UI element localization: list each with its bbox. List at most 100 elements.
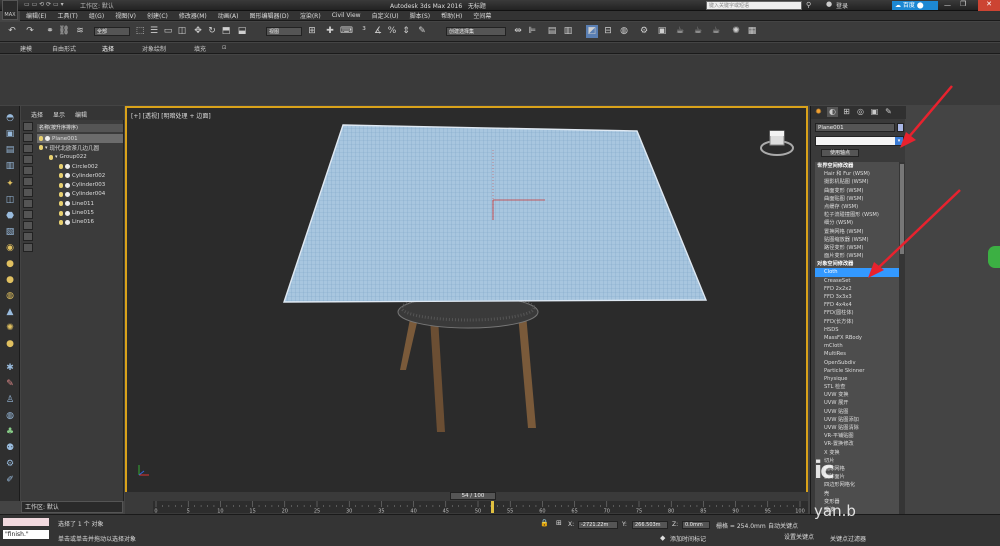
- add-time-tag[interactable]: 添加时间标记: [670, 534, 706, 543]
- modifier-item[interactable]: UVW 贴图: [815, 408, 899, 416]
- filter-button[interactable]: [23, 177, 33, 186]
- search-input[interactable]: 键入关键字或短语: [706, 1, 802, 10]
- lightbulb-icon[interactable]: [39, 145, 43, 151]
- percent-snap-icon[interactable]: %: [386, 25, 398, 38]
- tab-display[interactable]: 显示: [53, 110, 65, 119]
- toggle-ribbon-icon[interactable]: ▥: [562, 25, 574, 38]
- menu-item[interactable]: 修改器(M): [179, 11, 207, 20]
- tree-item[interactable]: Cylinder004: [37, 190, 123, 199]
- menu-item[interactable]: 渲染(R): [300, 11, 321, 20]
- place-icon[interactable]: ⬓: [236, 25, 248, 38]
- render-setup-icon[interactable]: ⚙: [638, 25, 650, 38]
- maxscript-output[interactable]: "finish.": [2, 529, 50, 540]
- menu-item[interactable]: 编辑(E): [26, 11, 46, 20]
- search-icon[interactable]: ⚲: [806, 1, 811, 9]
- filter-button[interactable]: [23, 188, 33, 197]
- tab-edit[interactable]: 编辑: [75, 110, 87, 119]
- link-icon[interactable]: ⚭: [44, 25, 56, 38]
- column-header[interactable]: 名称(按升序排序): [37, 124, 123, 132]
- workspace-dropdown[interactable]: 工作区: 默认: [80, 1, 114, 10]
- tree-item[interactable]: Line015: [37, 208, 123, 217]
- ribbon-tab-object-paint[interactable]: 对象绘制: [142, 44, 166, 53]
- schematic-view-icon[interactable]: ⊟: [602, 25, 614, 38]
- crowd-icon[interactable]: ⚉: [3, 442, 17, 454]
- modifier-item[interactable]: UVW 贴图清除: [815, 424, 899, 432]
- menu-item[interactable]: Civil View: [332, 12, 361, 19]
- menu-item[interactable]: 工具(T): [57, 11, 77, 20]
- filter-button[interactable]: [23, 122, 33, 131]
- tree-item[interactable]: Circle002: [37, 162, 123, 171]
- biped-icon[interactable]: ♙: [3, 394, 17, 406]
- filter-button[interactable]: [23, 243, 33, 252]
- side-float-button[interactable]: [988, 246, 1000, 268]
- snaps-toggle-icon[interactable]: ³: [358, 25, 370, 38]
- modifier-item[interactable]: FFD 3x3x3: [815, 293, 899, 301]
- track-bar[interactable]: 0 5 10 15 20 25 30 35 40 45 50 55 60 65 70 75 80 85 90 95 10…: [153, 501, 808, 515]
- lightbulb-icon[interactable]: [59, 219, 63, 225]
- select-scale-icon[interactable]: ⬒: [220, 25, 232, 38]
- tree-item[interactable]: Cylinder003: [37, 180, 123, 189]
- pencil-icon[interactable]: ✐: [3, 474, 17, 486]
- lightbulb-icon[interactable]: ●: [3, 258, 17, 270]
- helper-filter-icon[interactable]: ▧: [3, 226, 17, 238]
- lock-icon[interactable]: 🔒: [540, 519, 549, 527]
- tree-item[interactable]: Cylinder002: [37, 171, 123, 180]
- camera-filter-icon[interactable]: ◫: [3, 194, 17, 206]
- workspace-selector[interactable]: 工作区: 默认: [21, 501, 123, 513]
- light-filter-icon[interactable]: ✦: [3, 178, 17, 190]
- rect-selection-icon[interactable]: ▭: [162, 25, 174, 38]
- explorer-display-icon[interactable]: ▣: [3, 128, 17, 140]
- lightbulb-icon[interactable]: [49, 154, 53, 160]
- modifier-item[interactable]: MultiRes: [815, 350, 899, 358]
- globe-icon[interactable]: ◍: [3, 410, 17, 422]
- modify-tab-icon[interactable]: ◐: [827, 107, 838, 117]
- modifier-item[interactable]: UVW 贴图添加: [815, 416, 899, 424]
- layer-manager-icon[interactable]: ▤: [546, 25, 558, 38]
- modifier-item[interactable]: HSDS: [815, 326, 899, 334]
- explorer-select-icon[interactable]: ◓: [3, 112, 17, 124]
- menu-item[interactable]: 动画(A): [218, 11, 239, 20]
- a360-render-icon[interactable]: ✺: [730, 25, 742, 38]
- cloth-plane[interactable]: [283, 124, 708, 303]
- activeshade-icon[interactable]: ☕: [710, 25, 722, 38]
- shape-filter-icon[interactable]: ⬣: [3, 210, 17, 222]
- modifier-item[interactable]: FFD 4x4x4: [815, 301, 899, 309]
- quick-access-icons[interactable]: ▭ ▭ ⟲ ⟳ ▭ ▾: [24, 1, 64, 8]
- set-key-button[interactable]: 设置关键点: [784, 532, 814, 541]
- maxscript-listener-input[interactable]: [2, 517, 50, 527]
- ref-coord-dropdown[interactable]: 视图: [266, 27, 302, 36]
- window-crossing-icon[interactable]: ◫: [176, 25, 188, 38]
- ball-icon[interactable]: ●: [3, 338, 17, 350]
- modifier-item[interactable]: Particle Skinner: [815, 367, 899, 375]
- align-icon[interactable]: ⊫: [526, 25, 538, 38]
- expand-icon[interactable]: ▾: [45, 145, 48, 151]
- select-manipulate-icon[interactable]: ✚: [324, 25, 336, 38]
- z-coordinate-field[interactable]: 0.0mm: [682, 521, 710, 529]
- lightbulb-icon[interactable]: [59, 201, 63, 207]
- filter-button[interactable]: [23, 166, 33, 175]
- render-iterative-icon[interactable]: ☕: [692, 25, 704, 38]
- menu-item[interactable]: 视图(V): [115, 11, 136, 20]
- ribbon-tab-populate[interactable]: 填充: [194, 44, 206, 53]
- bone-filter-icon[interactable]: ◉: [3, 242, 17, 254]
- lightbulb-icon[interactable]: [59, 164, 63, 170]
- modifier-item[interactable]: FFD(长方体): [815, 318, 899, 326]
- modifier-item[interactable]: MassFX RBody: [815, 334, 899, 342]
- undo-icon[interactable]: ↶: [6, 25, 18, 38]
- explorer-hierarchy-icon[interactable]: ▥: [3, 160, 17, 172]
- lightbulb-icon[interactable]: [59, 182, 63, 188]
- bind-spacewarp-icon[interactable]: ≋: [74, 25, 86, 38]
- viewcube[interactable]: [757, 126, 797, 162]
- cloud-badge[interactable]: ☁ 百度 ⬤: [892, 1, 938, 10]
- use-pivot-button[interactable]: 使用轴点: [821, 149, 859, 157]
- modifier-item[interactable]: VR-平铺贴图: [815, 432, 899, 440]
- tree-item[interactable]: Plane001: [37, 134, 123, 144]
- modifier-item[interactable]: mCloth: [815, 342, 899, 350]
- y-coordinate-field[interactable]: 266.503m: [632, 521, 668, 529]
- torus-icon[interactable]: ◍: [3, 290, 17, 302]
- menu-item[interactable]: 脚本(S): [410, 11, 431, 20]
- filter-button[interactable]: [23, 144, 33, 153]
- selection-filter-dropdown[interactable]: 全部: [94, 27, 130, 36]
- filter-button[interactable]: [23, 210, 33, 219]
- app-logo[interactable]: MAX: [2, 0, 18, 20]
